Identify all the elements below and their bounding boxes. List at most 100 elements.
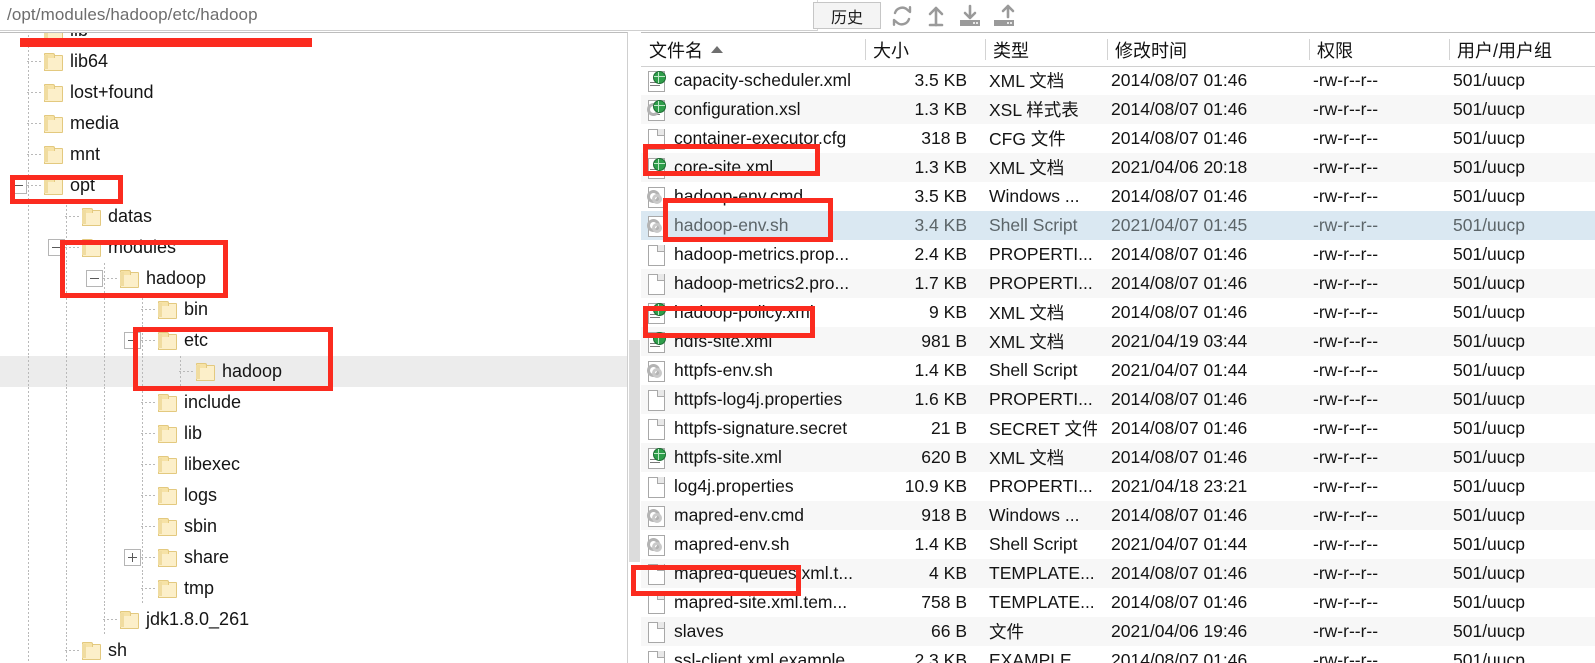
column-divider[interactable]	[1309, 39, 1310, 60]
tree-item-lost+found[interactable]: lost+found	[0, 77, 627, 108]
collapse-minus-icon[interactable]	[86, 270, 103, 287]
column-divider[interactable]	[1449, 39, 1450, 60]
cell-time: 2014/08/07 01:46	[1111, 418, 1248, 438]
cell-name: httpfs-signature.secret	[647, 414, 869, 443]
cell-user: 501/uucp	[1453, 302, 1526, 322]
folder-icon	[43, 33, 63, 40]
column-header-size[interactable]: 大小	[873, 33, 977, 66]
path-input[interactable]: /opt/modules/hadoop/etc/hadoop	[0, 0, 818, 31]
folder-icon	[43, 115, 63, 133]
cell-type: PROPERTI...	[989, 244, 1093, 264]
table-row[interactable]: httpfs-signature.secret 21 B SECRET 文件 2014…	[641, 414, 1595, 443]
tree-item-libexec[interactable]: libexec	[0, 449, 627, 480]
tree-item-datas[interactable]: datas	[0, 201, 627, 232]
cell-user: 501/uucp	[1453, 476, 1526, 496]
tree-connector	[141, 340, 157, 341]
cell-type: Windows ...	[989, 505, 1080, 525]
tree-item-media[interactable]: media	[0, 108, 627, 139]
column-header-perm[interactable]: 权限	[1317, 33, 1457, 66]
tree-indent-spacer	[0, 154, 10, 155]
tree-item-tmp[interactable]: tmp	[0, 573, 627, 604]
table-row[interactable]: hadoop-env.cmd 3.5 KB Windows ... 2014/08/0…	[641, 182, 1595, 211]
cell-name: capacity-scheduler.xml	[647, 66, 869, 95]
table-row[interactable]: httpfs-log4j.properties 1.6 KB PROPERTI...…	[641, 385, 1595, 414]
file-list-panel[interactable]: 文件名 大小 类型 修改时间 权限 用户/用户组 capacity-scheduler.x…	[641, 32, 1595, 663]
upload-icon[interactable]	[992, 4, 1016, 28]
column-divider[interactable]	[865, 39, 866, 60]
column-header-user[interactable]: 用户/用户组	[1457, 33, 1595, 66]
tree-item-include[interactable]: include	[0, 387, 627, 418]
xml-file-icon	[647, 157, 666, 179]
column-header-label: 类型	[993, 40, 1029, 61]
tree-item-jdk1.8.0_261[interactable]: jdk1.8.0_261	[0, 604, 627, 635]
column-header-name[interactable]: 文件名	[649, 33, 871, 66]
cell-time: 2014/08/07 01:46	[1111, 650, 1248, 663]
table-row[interactable]: log4j.properties 10.9 KB PROPERTI... 2021/0…	[641, 472, 1595, 501]
expand-plus-icon[interactable]	[124, 549, 141, 566]
refresh-icon[interactable]	[890, 4, 914, 28]
cell-user: 501/uucp	[1453, 505, 1526, 525]
tree-item-lib[interactable]: lib	[0, 33, 627, 46]
table-row[interactable]: mapred-env.cmd 918 B Windows ... 2014/08/07…	[641, 501, 1595, 530]
history-button[interactable]: 历史	[813, 2, 881, 29]
tree-item-etc[interactable]: etc	[0, 325, 627, 356]
cell-size: 9 KB	[929, 302, 967, 322]
table-row[interactable]: ssl-client.xml.example 2.3 KB EXAMPLE ... 2…	[641, 646, 1595, 663]
table-row[interactable]: core-site.xml 1.3 KB XML 文档 2021/04/06 20:1…	[641, 153, 1595, 182]
table-row[interactable]: hadoop-policy.xml 9 KB XML 文档 2014/08/07 01…	[641, 298, 1595, 327]
collapse-minus-icon[interactable]	[10, 177, 27, 194]
table-row[interactable]: mapred-queues.xml.t... 4 KB TEMPLATE... 201…	[641, 559, 1595, 588]
plain-file-icon	[647, 650, 666, 663]
table-row[interactable]: hdfs-site.xml 981 B XML 文档 2021/04/19 03:44…	[641, 327, 1595, 356]
tree-item-modules[interactable]: modules	[0, 232, 627, 263]
tree-item-sbin[interactable]: sbin	[0, 511, 627, 542]
cell-perm: -rw-r--r--	[1313, 650, 1379, 663]
column-header-type[interactable]: 类型	[993, 33, 1101, 66]
cell-user: 501/uucp	[1453, 128, 1526, 148]
tree-item-sh[interactable]: sh	[0, 635, 627, 663]
table-row[interactable]: hadoop-env.sh 3.4 KB Shell Script 2021/04/0…	[641, 211, 1595, 240]
table-row[interactable]: container-executor.cfg 318 B CFG 文件 2014/08…	[641, 124, 1595, 153]
table-row[interactable]: hadoop-metrics.prop... 2.4 KB PROPERTI... 2…	[641, 240, 1595, 269]
column-header-time[interactable]: 修改时间	[1115, 33, 1305, 66]
table-row[interactable]: hadoop-metrics2.pro... 1.7 KB PROPERTI... 2…	[641, 269, 1595, 298]
download-icon[interactable]	[958, 4, 982, 28]
table-row[interactable]: capacity-scheduler.xml 3.5 KB XML 文档 2014/0…	[641, 66, 1595, 95]
tree-item-mnt[interactable]: mnt	[0, 139, 627, 170]
tree-item-hadoop[interactable]: hadoop	[0, 356, 627, 387]
table-row[interactable]: configuration.xsl 1.3 KB XSL 样式表 2014/08/07…	[641, 95, 1595, 124]
tree-connector	[27, 123, 43, 124]
table-row[interactable]: mapred-env.sh 1.4 KB Shell Script 2021/04/0…	[641, 530, 1595, 559]
tree-item-lib64[interactable]: lib64	[0, 46, 627, 77]
tree-toggle-spacer	[124, 580, 141, 597]
upload-arrow-icon[interactable]	[924, 4, 948, 28]
cell-perm: -rw-r--r--	[1313, 476, 1379, 496]
table-row[interactable]: slaves 66 B 文件 2021/04/06 19:46 -rw-r--r-- 50…	[641, 617, 1595, 646]
table-row[interactable]: httpfs-env.sh 1.4 KB Shell Script 2021/04/0…	[641, 356, 1595, 385]
collapse-minus-icon[interactable]	[48, 239, 65, 256]
tree-connector	[27, 185, 43, 186]
cell-time: 2021/04/06 20:18	[1111, 157, 1248, 177]
cell-perm: -rw-r--r--	[1313, 447, 1379, 467]
tree-item-label: include	[184, 392, 242, 412]
table-row[interactable]: mapred-site.xml.tem... 758 B TEMPLATE... 20…	[641, 588, 1595, 617]
tree-item-share[interactable]: share	[0, 542, 627, 573]
cell-time: 2014/08/07 01:46	[1111, 70, 1248, 90]
tree-item-bin[interactable]: bin	[0, 294, 627, 325]
tree-item-logs[interactable]: logs	[0, 480, 627, 511]
tree-item-lib[interactable]: lib	[0, 418, 627, 449]
tree-vertical-scrollbar[interactable]	[629, 340, 640, 562]
directory-tree-panel[interactable]: lib lib64 lost+found media mnt opt datas module…	[0, 32, 628, 663]
cell-name: httpfs-env.sh	[647, 356, 869, 385]
collapse-minus-icon[interactable]	[124, 332, 141, 349]
tree-item-opt[interactable]: opt	[0, 170, 627, 201]
cell-time: 2021/04/07 01:44	[1111, 534, 1248, 554]
column-divider[interactable]	[985, 39, 986, 60]
cell-type: Shell Script	[989, 360, 1078, 380]
column-divider[interactable]	[1107, 39, 1108, 60]
cell-type: XSL 样式表	[989, 100, 1079, 120]
tree-item-hadoop[interactable]: hadoop	[0, 263, 627, 294]
table-row[interactable]: httpfs-site.xml 620 B XML 文档 2014/08/07 01:…	[641, 443, 1595, 472]
tree-indent-spacer	[0, 402, 124, 403]
cell-perm: -rw-r--r--	[1313, 505, 1379, 525]
